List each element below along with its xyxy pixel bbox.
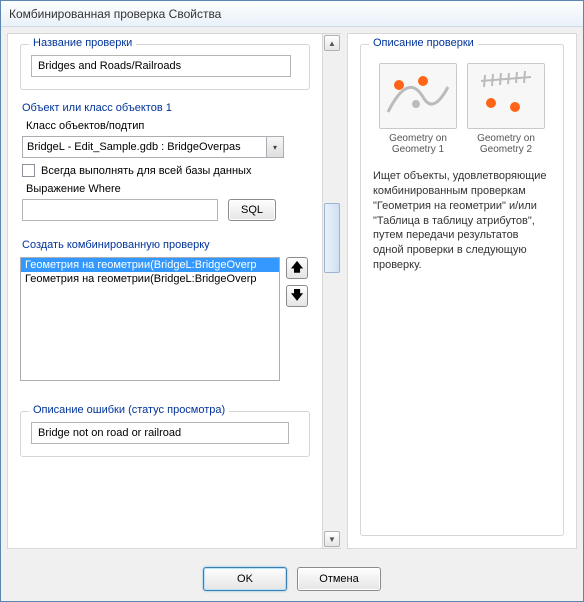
description-group: Описание проверки	[360, 44, 564, 536]
dialog-body: Название проверки Объект или класс объек…	[1, 27, 583, 601]
check-name-group: Название проверки	[20, 44, 310, 90]
scroll-down-button[interactable]: ▼	[324, 531, 340, 547]
vertical-scrollbar[interactable]: ▲ ▼	[323, 33, 341, 549]
window-title: Комбинированная проверка Свойства	[9, 7, 221, 21]
check-name-input[interactable]	[31, 55, 291, 77]
check-name-label: Название проверки	[29, 37, 136, 49]
panes: Название проверки Объект или класс объек…	[7, 33, 577, 557]
always-run-row[interactable]: Всегда выполнять для всей базы данных	[22, 164, 310, 177]
sql-button[interactable]: SQL	[228, 199, 276, 221]
where-input[interactable]	[22, 199, 218, 221]
scroll-up-button[interactable]: ▲	[324, 35, 340, 51]
dialog-window: Комбинированная проверка Свойства Назван…	[0, 0, 584, 602]
error-group: Описание ошибки (статус просмотра)	[20, 411, 310, 457]
right-pane: Описание проверки	[347, 33, 577, 549]
object-class-title: Объект или класс объектов 1	[22, 102, 310, 114]
arrow-down-icon: 🡇	[291, 286, 303, 307]
combined-listbox[interactable]: Геометрия на геометрии(BridgeL:BridgeOve…	[20, 257, 280, 381]
move-up-button[interactable]: 🡅	[286, 257, 308, 279]
geometry-icon	[379, 63, 457, 129]
error-input[interactable]	[31, 422, 289, 444]
ok-button[interactable]: OK	[203, 567, 287, 591]
class-combo-value: BridgeL - Edit_Sample.gdb : BridgeOverpa…	[22, 136, 266, 158]
thumbnail-2: Geometry on Geometry 2	[467, 63, 545, 155]
class-combo[interactable]: BridgeL - Edit_Sample.gdb : BridgeOverpa…	[22, 136, 284, 158]
description-text: Ищет объекты, удовлетворяющие комбиниров…	[371, 167, 553, 275]
list-item[interactable]: Геометрия на геометрии(BridgeL:BridgeOve…	[21, 272, 279, 286]
geometry-icon	[467, 63, 545, 129]
combined-title: Создать комбинированную проверку	[22, 239, 310, 251]
titlebar[interactable]: Комбинированная проверка Свойства	[1, 1, 583, 27]
list-item[interactable]: Геометрия на геометрии(BridgeL:BridgeOve…	[21, 258, 279, 272]
dialog-footer: OK Отмена	[7, 557, 577, 601]
scroll-track[interactable]	[324, 53, 340, 529]
error-label: Описание ошибки (статус просмотра)	[29, 404, 229, 416]
thumbnail-1: Geometry on Geometry 1	[379, 63, 457, 155]
thumbnail-row: Geometry on Geometry 1	[371, 63, 553, 155]
thumb-caption: Geometry on Geometry 1	[389, 133, 447, 155]
left-pane: Название проверки Объект или класс объек…	[7, 33, 323, 549]
class-label: Класс объектов/подтип	[26, 120, 310, 132]
always-run-label: Всегда выполнять для всей базы данных	[41, 165, 251, 177]
arrow-up-icon: 🡅	[291, 258, 303, 279]
where-label: Выражение Where	[26, 183, 310, 195]
chevron-down-icon[interactable]: ▾	[266, 136, 284, 158]
move-down-button[interactable]: 🡇	[286, 285, 308, 307]
description-title: Описание проверки	[369, 37, 478, 49]
always-run-checkbox[interactable]	[22, 164, 35, 177]
scroll-thumb[interactable]	[324, 203, 340, 273]
thumb-caption: Geometry on Geometry 2	[477, 133, 535, 155]
cancel-button[interactable]: Отмена	[297, 567, 381, 591]
